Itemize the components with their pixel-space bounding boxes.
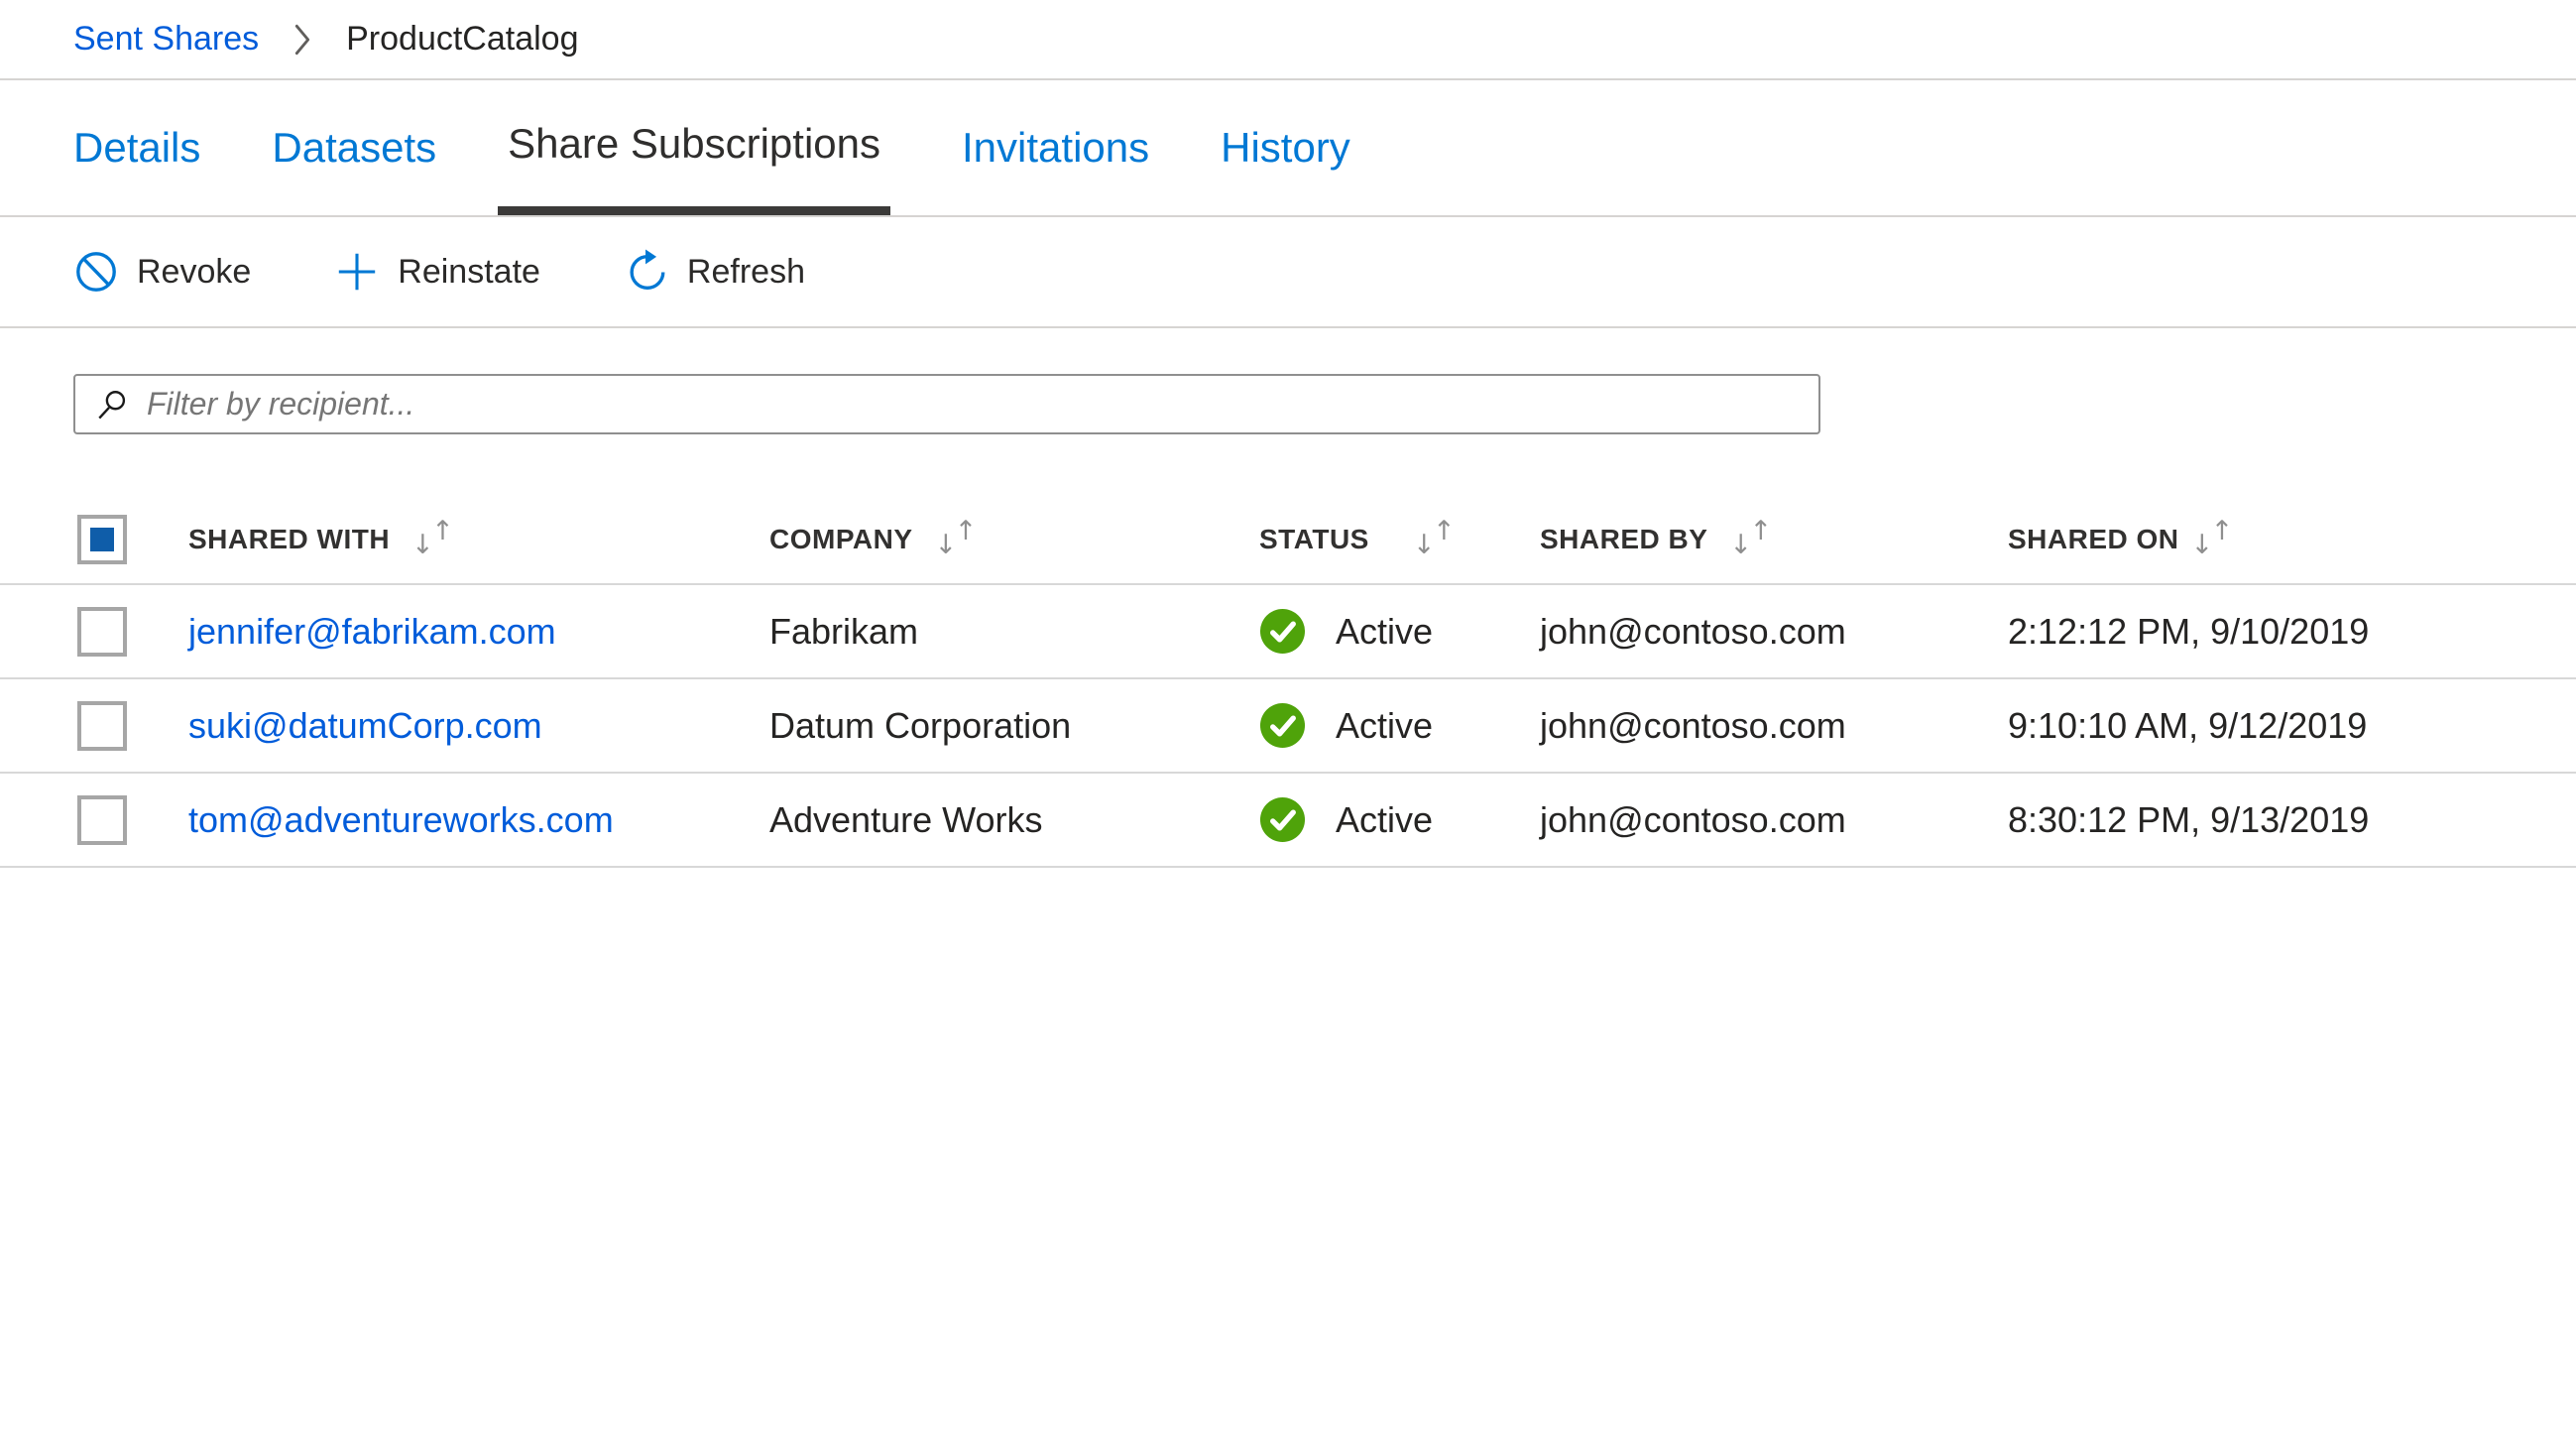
breadcrumb-chevron-icon <box>293 24 312 56</box>
active-check-icon <box>1259 796 1306 843</box>
status-cell: Active <box>1259 702 1540 749</box>
sort-arrows-icon: ↓↑ <box>411 525 454 555</box>
table-row: suki@datumCorp.com Datum Corporation Act… <box>0 679 2576 774</box>
search-icon <box>95 388 129 422</box>
sort-arrows-icon: ↓↑ <box>1729 525 1772 555</box>
row-checkbox[interactable] <box>77 701 127 751</box>
sort-arrows-icon: ↓↑ <box>935 525 978 555</box>
company-cell: Adventure Works <box>769 799 1259 841</box>
block-icon <box>73 249 119 295</box>
active-check-icon <box>1259 702 1306 749</box>
select-all-checkbox[interactable] <box>77 515 127 564</box>
sort-arrows-icon: ↓↑ <box>1413 525 1456 555</box>
shared-by-cell: john@contoso.com <box>1540 611 2008 653</box>
tab-history[interactable]: History <box>1221 80 1350 215</box>
table-row: tom@adventureworks.com Adventure Works A… <box>0 774 2576 868</box>
command-bar: Revoke Reinstate Refresh <box>0 217 2576 328</box>
filter-recipient-input[interactable] <box>147 386 1799 423</box>
refresh-label: Refresh <box>687 253 805 292</box>
filter-box <box>73 374 1820 434</box>
refresh-icon <box>624 249 669 295</box>
row-checkbox[interactable] <box>77 607 127 657</box>
shared-by-cell: john@contoso.com <box>1540 799 2008 841</box>
shared-on-cell: 9:10:10 AM, 9/12/2019 <box>2008 705 2576 747</box>
tab-share-subscriptions[interactable]: Share Subscriptions <box>498 80 890 215</box>
status-label: Active <box>1336 705 1433 747</box>
column-header-shared-with[interactable]: SHARED WITH ↓↑ <box>188 524 769 555</box>
column-header-status[interactable]: STATUS ↓↑ <box>1259 524 1540 555</box>
breadcrumb-current-page: ProductCatalog <box>346 20 578 59</box>
breadcrumb: Sent Shares ProductCatalog <box>0 0 2576 80</box>
status-label: Active <box>1336 799 1433 841</box>
reinstate-button[interactable]: Reinstate <box>334 249 540 295</box>
tab-bar: Details Datasets Share Subscriptions Inv… <box>0 80 2576 217</box>
table-header-row: SHARED WITH ↓↑ COMPANY ↓↑ STATUS ↓↑ SHAR… <box>0 496 2576 585</box>
plus-icon <box>334 249 380 295</box>
reinstate-label: Reinstate <box>398 253 540 292</box>
tab-datasets[interactable]: Datasets <box>272 80 436 215</box>
shared-on-cell: 8:30:12 PM, 9/13/2019 <box>2008 799 2576 841</box>
revoke-button[interactable]: Revoke <box>73 249 251 295</box>
column-header-company[interactable]: COMPANY ↓↑ <box>769 524 1259 555</box>
indeterminate-mark <box>90 528 114 551</box>
shared-by-cell: john@contoso.com <box>1540 705 2008 747</box>
revoke-label: Revoke <box>137 253 251 292</box>
sort-arrows-icon: ↓↑ <box>2191 525 2234 555</box>
breadcrumb-sent-shares-link[interactable]: Sent Shares <box>73 20 259 59</box>
share-subscriptions-table: SHARED WITH ↓↑ COMPANY ↓↑ STATUS ↓↑ SHAR… <box>0 496 2576 868</box>
tab-invitations[interactable]: Invitations <box>962 80 1149 215</box>
refresh-button[interactable]: Refresh <box>624 249 805 295</box>
column-header-shared-on[interactable]: SHARED ON ↓↑ <box>2008 524 2576 555</box>
active-check-icon <box>1259 608 1306 655</box>
recipient-email-link[interactable]: jennifer@fabrikam.com <box>188 611 556 652</box>
company-cell: Fabrikam <box>769 611 1259 653</box>
company-cell: Datum Corporation <box>769 705 1259 747</box>
row-checkbox[interactable] <box>77 795 127 845</box>
status-label: Active <box>1336 611 1433 653</box>
status-cell: Active <box>1259 608 1540 655</box>
status-cell: Active <box>1259 796 1540 843</box>
table-row: jennifer@fabrikam.com Fabrikam Active jo… <box>0 585 2576 679</box>
shared-on-cell: 2:12:12 PM, 9/10/2019 <box>2008 611 2576 653</box>
column-header-shared-by[interactable]: SHARED BY ↓↑ <box>1540 524 2008 555</box>
recipient-email-link[interactable]: suki@datumCorp.com <box>188 705 542 746</box>
tab-details[interactable]: Details <box>73 80 200 215</box>
recipient-email-link[interactable]: tom@adventureworks.com <box>188 799 614 840</box>
